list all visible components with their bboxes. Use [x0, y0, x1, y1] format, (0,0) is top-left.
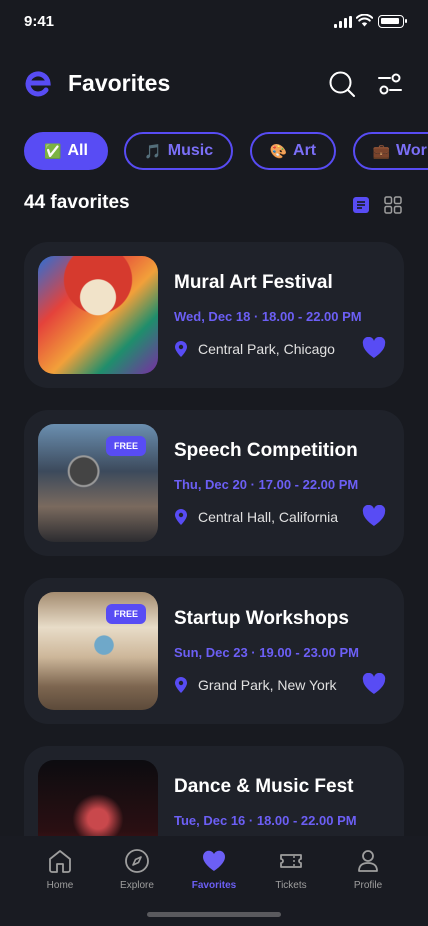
nav-explore[interactable]: Explore: [102, 848, 172, 891]
event-card[interactable]: Dance & Music Fest Tue, Dec 16 · 18.00 -…: [24, 746, 404, 836]
nav-tickets[interactable]: Tickets: [256, 848, 326, 891]
palette-icon: 🎨: [269, 142, 288, 159]
event-image: [38, 760, 158, 836]
favorite-heart-icon[interactable]: [362, 337, 386, 359]
favorites-count-row: 44 favorites: [24, 192, 404, 222]
event-image: FREE: [38, 592, 158, 710]
list-view-icon[interactable]: [352, 196, 370, 214]
event-date: Tue, Dec 16 · 18.00 - 22.00 PM: [174, 813, 357, 828]
favorite-heart-icon[interactable]: [362, 673, 386, 695]
home-indicator: [147, 912, 281, 917]
location-pin-icon: [175, 341, 187, 357]
event-title: Mural Art Festival: [174, 272, 333, 293]
check-icon: ✅: [44, 142, 62, 159]
signal-icon: [334, 16, 352, 28]
chip-label: Music: [167, 142, 214, 159]
page-title: Favorites: [68, 70, 171, 96]
chip-label: Art: [293, 142, 317, 159]
grid-view-icon[interactable]: [384, 196, 402, 214]
compass-icon: [125, 849, 149, 873]
event-location: Central Park, Chicago: [198, 341, 335, 357]
event-card[interactable]: FREE Startup Workshops Sun, Dec 23 · 19.…: [24, 578, 404, 724]
free-badge: FREE: [105, 604, 146, 624]
event-date: Wed, Dec 18 · 18.00 - 22.00 PM: [174, 309, 362, 324]
nav-label: Profile: [353, 880, 383, 891]
event-date: Thu, Dec 20 · 17.00 - 22.00 PM: [174, 477, 359, 492]
nav-label: Explore: [120, 880, 154, 891]
chip-label: Workshops: [396, 142, 428, 159]
favorites-count: 44 favorites: [24, 192, 130, 213]
status-time: 9:41: [24, 13, 55, 30]
nav-home[interactable]: Home: [25, 848, 95, 891]
free-badge: FREE: [105, 436, 146, 456]
location-pin-icon: [175, 509, 187, 525]
header: Favorites: [0, 60, 428, 108]
briefcase-icon: 💼: [372, 142, 391, 159]
nav-label: Favorites: [191, 880, 237, 891]
chip-label: All: [67, 142, 88, 159]
event-card[interactable]: FREE Speech Competition Thu, Dec 20 · 17…: [24, 410, 404, 556]
ticket-icon: [280, 854, 302, 868]
chip-art[interactable]: 🎨 Art: [249, 132, 337, 170]
filter-icon[interactable]: [376, 70, 404, 98]
nav-label: Tickets: [275, 880, 307, 891]
location-pin-icon: [175, 677, 187, 693]
nav-favorites[interactable]: Favorites: [179, 848, 249, 891]
category-chips: ✅ All 🎵 Music 🎨 Art 💼 Workshops: [24, 132, 428, 170]
search-icon[interactable]: [328, 70, 356, 98]
status-bar: 9:41: [0, 0, 428, 44]
event-location: Central Hall, California: [198, 509, 339, 525]
event-title: Startup Workshops: [174, 608, 349, 629]
event-title: Dance & Music Fest: [174, 776, 354, 797]
profile-icon: [358, 850, 378, 872]
chip-music[interactable]: 🎵 Music: [124, 132, 234, 170]
battery-icon: [378, 15, 407, 28]
nav-label: Home: [46, 880, 74, 891]
favorite-heart-icon[interactable]: [362, 505, 386, 527]
event-date: Sun, Dec 23 · 19.00 - 23.00 PM: [174, 645, 359, 660]
app-logo-icon: [25, 71, 51, 97]
chip-workshops[interactable]: 💼 Workshops: [352, 132, 428, 170]
heart-icon: [202, 850, 226, 871]
chip-all[interactable]: ✅ All: [24, 132, 108, 170]
home-icon: [49, 850, 71, 873]
favorites-list: Mural Art Festival Wed, Dec 18 · 18.00 -…: [24, 242, 404, 836]
event-image: FREE: [38, 424, 158, 542]
event-image: [38, 256, 158, 374]
event-location: Grand Park, New York: [198, 677, 337, 693]
wifi-icon: [356, 14, 373, 27]
event-title: Speech Competition: [174, 440, 358, 461]
music-note-icon: 🎵: [144, 142, 162, 159]
nav-profile[interactable]: Profile: [333, 848, 403, 891]
event-card[interactable]: Mural Art Festival Wed, Dec 18 · 18.00 -…: [24, 242, 404, 388]
